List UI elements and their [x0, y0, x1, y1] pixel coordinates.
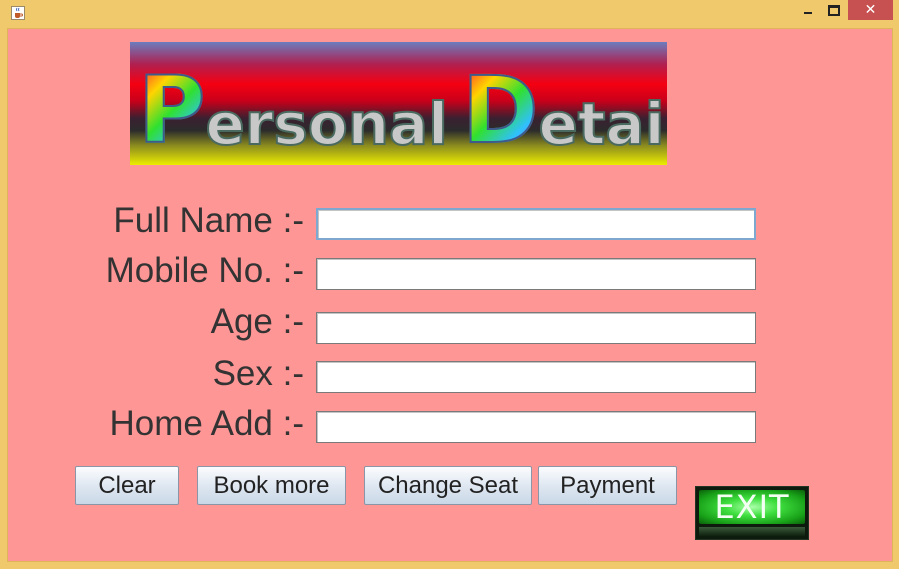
banner-letter-d: D — [461, 57, 539, 165]
home-add-label: Home Add :- — [109, 404, 304, 443]
payment-button[interactable]: Payment — [538, 466, 677, 505]
close-icon: ✕ — [864, 2, 877, 18]
java-cup-icon[interactable] — [11, 6, 25, 20]
title-bar: ✕ — [0, 0, 899, 26]
exit-button[interactable]: EXIT — [695, 486, 809, 540]
sex-field[interactable] — [316, 361, 756, 393]
minimize-icon — [804, 12, 812, 14]
mobile-no-field[interactable] — [316, 258, 756, 290]
banner-word-etail: etail — [537, 90, 667, 158]
personal-detail-panel: PersonalDetail Full Name :- Mobile No. :… — [8, 29, 892, 561]
full-name-field[interactable] — [316, 208, 756, 240]
home-address-field[interactable] — [316, 411, 756, 443]
maximize-icon — [828, 4, 840, 16]
minimize-button[interactable] — [795, 0, 821, 20]
banner-letter-p: P — [137, 57, 206, 165]
banner-title: PersonalDetail — [130, 42, 667, 165]
book-more-button[interactable]: Book more — [197, 466, 346, 505]
sex-label: Sex :- — [212, 354, 304, 393]
close-button[interactable]: ✕ — [848, 0, 893, 20]
age-field[interactable] — [316, 312, 756, 344]
clear-button[interactable]: Clear — [75, 466, 179, 505]
age-label: Age :- — [210, 302, 304, 341]
maximize-button[interactable] — [821, 0, 847, 20]
change-seat-button[interactable]: Change Seat — [364, 466, 532, 505]
mobile-no-label: Mobile No. :- — [105, 251, 304, 290]
full-name-label: Full Name :- — [113, 201, 304, 240]
exit-label: EXIT — [714, 488, 790, 526]
banner-word-ersonal: ersonal — [204, 90, 449, 158]
exit-sign-base — [699, 527, 805, 537]
personal-detail-banner: PersonalDetail — [130, 42, 667, 165]
